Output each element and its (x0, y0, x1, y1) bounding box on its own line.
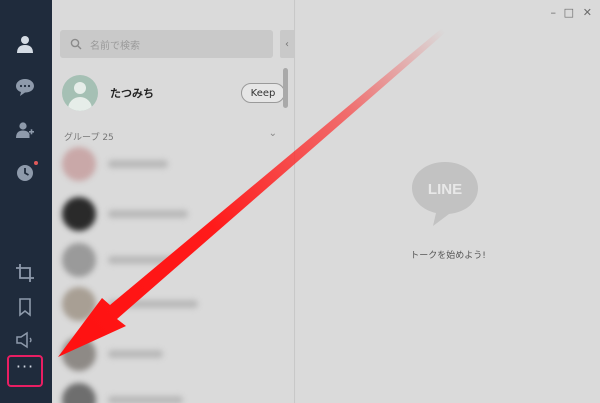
list-item[interactable] (62, 242, 287, 278)
list-item[interactable] (62, 336, 287, 372)
profile-icon[interactable] (14, 33, 36, 55)
crop-icon[interactable] (14, 262, 36, 284)
bookmark-icon[interactable] (14, 296, 36, 318)
friends-panel: 名前で検索 ‹ たつみち Keep グループ 25 ⌄ (52, 0, 295, 403)
keep-button[interactable]: Keep (241, 83, 285, 103)
avatar (62, 75, 98, 111)
list-item[interactable] (62, 382, 287, 403)
chevron-left-icon: ‹ (285, 38, 289, 50)
chat-area: – □ ✕ LINE トークを始めよう! (296, 0, 600, 403)
more-button[interactable]: ··· (7, 355, 43, 387)
collapse-panel-button[interactable]: ‹ (280, 30, 294, 58)
empty-chat-message: トークを始めよう! (410, 251, 486, 261)
sidebar: ··· (0, 0, 52, 403)
group-header[interactable]: グループ 25 ⌄ (64, 128, 277, 144)
notification-dot (34, 161, 38, 165)
line-logo: LINE (412, 162, 478, 226)
line-app-window: ··· 名前で検索 ‹ たつみち Keep グループ 25 ⌄ – □ ✕ LI… (0, 0, 600, 403)
search-placeholder: 名前で検索 (90, 40, 140, 52)
line-logo-text: LINE (428, 181, 462, 198)
list-item[interactable] (62, 286, 287, 322)
list-item[interactable] (62, 146, 287, 182)
maximize-icon[interactable]: □ (564, 6, 574, 19)
scrollbar[interactable] (283, 68, 288, 108)
chevron-down-icon: ⌄ (268, 128, 277, 139)
more-icon: ··· (15, 357, 35, 376)
announcement-icon[interactable] (14, 329, 36, 351)
my-profile-row[interactable]: たつみち Keep (62, 73, 287, 113)
add-friend-icon[interactable] (14, 119, 36, 141)
search-input[interactable]: 名前で検索 (60, 30, 273, 58)
profile-name: たつみち (110, 87, 154, 100)
group-header-label: グループ 25 (64, 132, 114, 143)
minimize-icon[interactable]: – (551, 6, 557, 19)
timeline-icon[interactable] (14, 161, 38, 184)
close-icon[interactable]: ✕ (583, 6, 592, 19)
search-icon (70, 38, 82, 50)
group-list (62, 146, 287, 403)
list-item[interactable] (62, 196, 287, 232)
chat-icon[interactable] (14, 76, 36, 98)
